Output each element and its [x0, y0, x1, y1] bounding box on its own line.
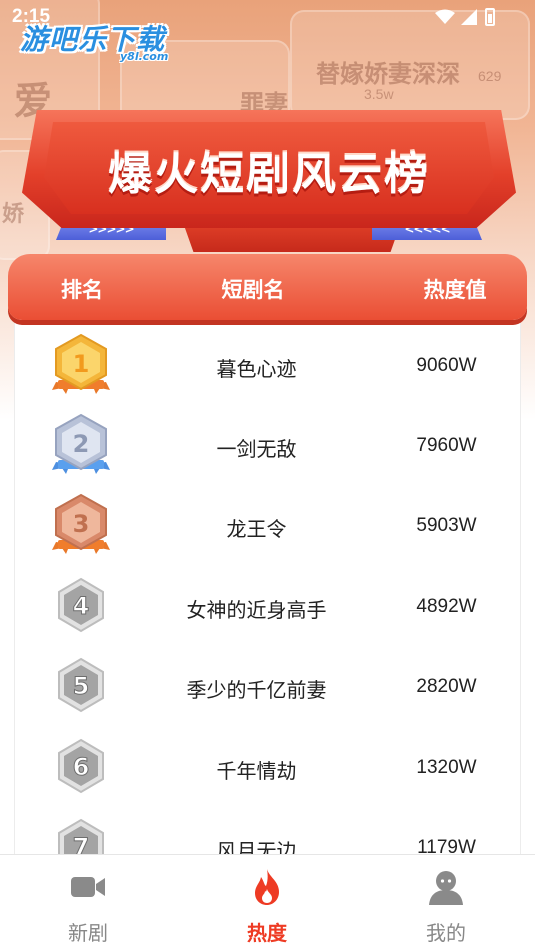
bottom-nav: 新剧 热度 我的 — [0, 854, 535, 951]
heat-value: 1320W — [416, 757, 477, 778]
ranking-row[interactable]: 6 千年情劫 1320W — [14, 728, 521, 808]
nav-item-mine[interactable]: 我的 — [401, 867, 491, 946]
ranking-row[interactable]: 5 季少的千亿前妻 2820W — [14, 647, 521, 727]
badge-rank-number: 6 — [73, 753, 90, 781]
badge-rank-number: 4 — [73, 592, 90, 620]
flame-icon — [255, 869, 279, 905]
drama-title[interactable]: 千年情劫 — [144, 755, 369, 784]
drama-title[interactable]: 一剑无敌 — [144, 433, 369, 462]
bronze-medal-icon: 3 — [52, 493, 110, 554]
status-icons — [435, 8, 495, 26]
wifi-icon — [435, 9, 455, 24]
ranking-row[interactable]: 1 暮色心迹 9060W — [14, 326, 521, 406]
ranking-row[interactable]: 4 女神的近身高手 4892W — [14, 567, 521, 647]
video-camera-icon — [71, 877, 105, 897]
watermark-domain: y8l.com — [120, 50, 169, 63]
banner-title: 爆火短剧风云榜 — [108, 149, 430, 200]
nav-item-new-dramas[interactable]: 新剧 — [43, 867, 133, 946]
nav-label: 新剧 — [68, 921, 108, 945]
heat-value: 1179W — [417, 837, 476, 854]
drama-title[interactable]: 季少的千亿前妻 — [144, 674, 369, 703]
ranking-list[interactable]: 1 暮色心迹 9060W 2 一剑无敌 7960W 3 龙王令 5903W 4 … — [14, 326, 521, 854]
hero-like-count: 629 — [478, 68, 502, 84]
badge-rank-number: 3 — [73, 510, 90, 538]
ranking-row[interactable]: 7 风月无边 1179W — [14, 808, 521, 854]
badge-rank-number: 7 — [73, 833, 90, 854]
ranking-row[interactable]: 2 一剑无敌 7960W — [14, 406, 521, 486]
rank-badge-icon: 6 — [58, 738, 104, 794]
signal-icon — [461, 9, 477, 25]
rank-badge-icon: 7 — [58, 818, 104, 854]
heat-value: 4892W — [416, 596, 477, 617]
hero-poster-title: 替嫁娇妻深深 — [316, 59, 460, 88]
badge-rank-number: 2 — [73, 430, 90, 458]
nav-label: 我的 — [426, 921, 466, 945]
nav-label: 热度 — [247, 921, 287, 945]
rank-badge-icon: 4 — [58, 577, 104, 633]
drama-title[interactable]: 龙王令 — [144, 513, 369, 542]
ranking-banner: >>>>> <<<<< 爆火短剧风云榜 — [22, 110, 516, 252]
heat-value: 2820W — [416, 676, 477, 697]
badge-rank-number: 1 — [73, 350, 90, 378]
drama-title[interactable]: 女神的近身高手 — [144, 594, 369, 623]
gold-medal-icon: 1 — [52, 333, 110, 394]
watermark-logo: 游吧乐下载 y8l.com — [20, 18, 185, 68]
header-name: 短剧名 — [221, 278, 285, 302]
rank-badge-icon: 5 — [58, 657, 104, 713]
header-heat: 热度值 — [423, 278, 487, 302]
drama-title[interactable]: 暮色心迹 — [144, 353, 369, 382]
hero-view-count: 3.5w — [364, 86, 394, 102]
heat-value: 9060W — [416, 355, 477, 376]
silver-medal-icon: 2 — [52, 413, 110, 474]
battery-icon — [485, 8, 495, 26]
user-icon — [429, 871, 463, 905]
hero-poster-title: 娇 — [2, 201, 25, 227]
badge-rank-number: 5 — [73, 672, 90, 700]
nav-item-hot[interactable]: 热度 — [222, 867, 312, 946]
ranking-row[interactable]: 3 龙王令 5903W — [14, 486, 521, 566]
heat-value: 7960W — [416, 435, 477, 456]
table-header: 排名 短剧名 热度值 — [8, 254, 527, 320]
drama-title[interactable]: 风月无边 — [144, 835, 369, 854]
header-rank: 排名 — [61, 278, 103, 302]
heat-value: 5903W — [416, 515, 477, 536]
